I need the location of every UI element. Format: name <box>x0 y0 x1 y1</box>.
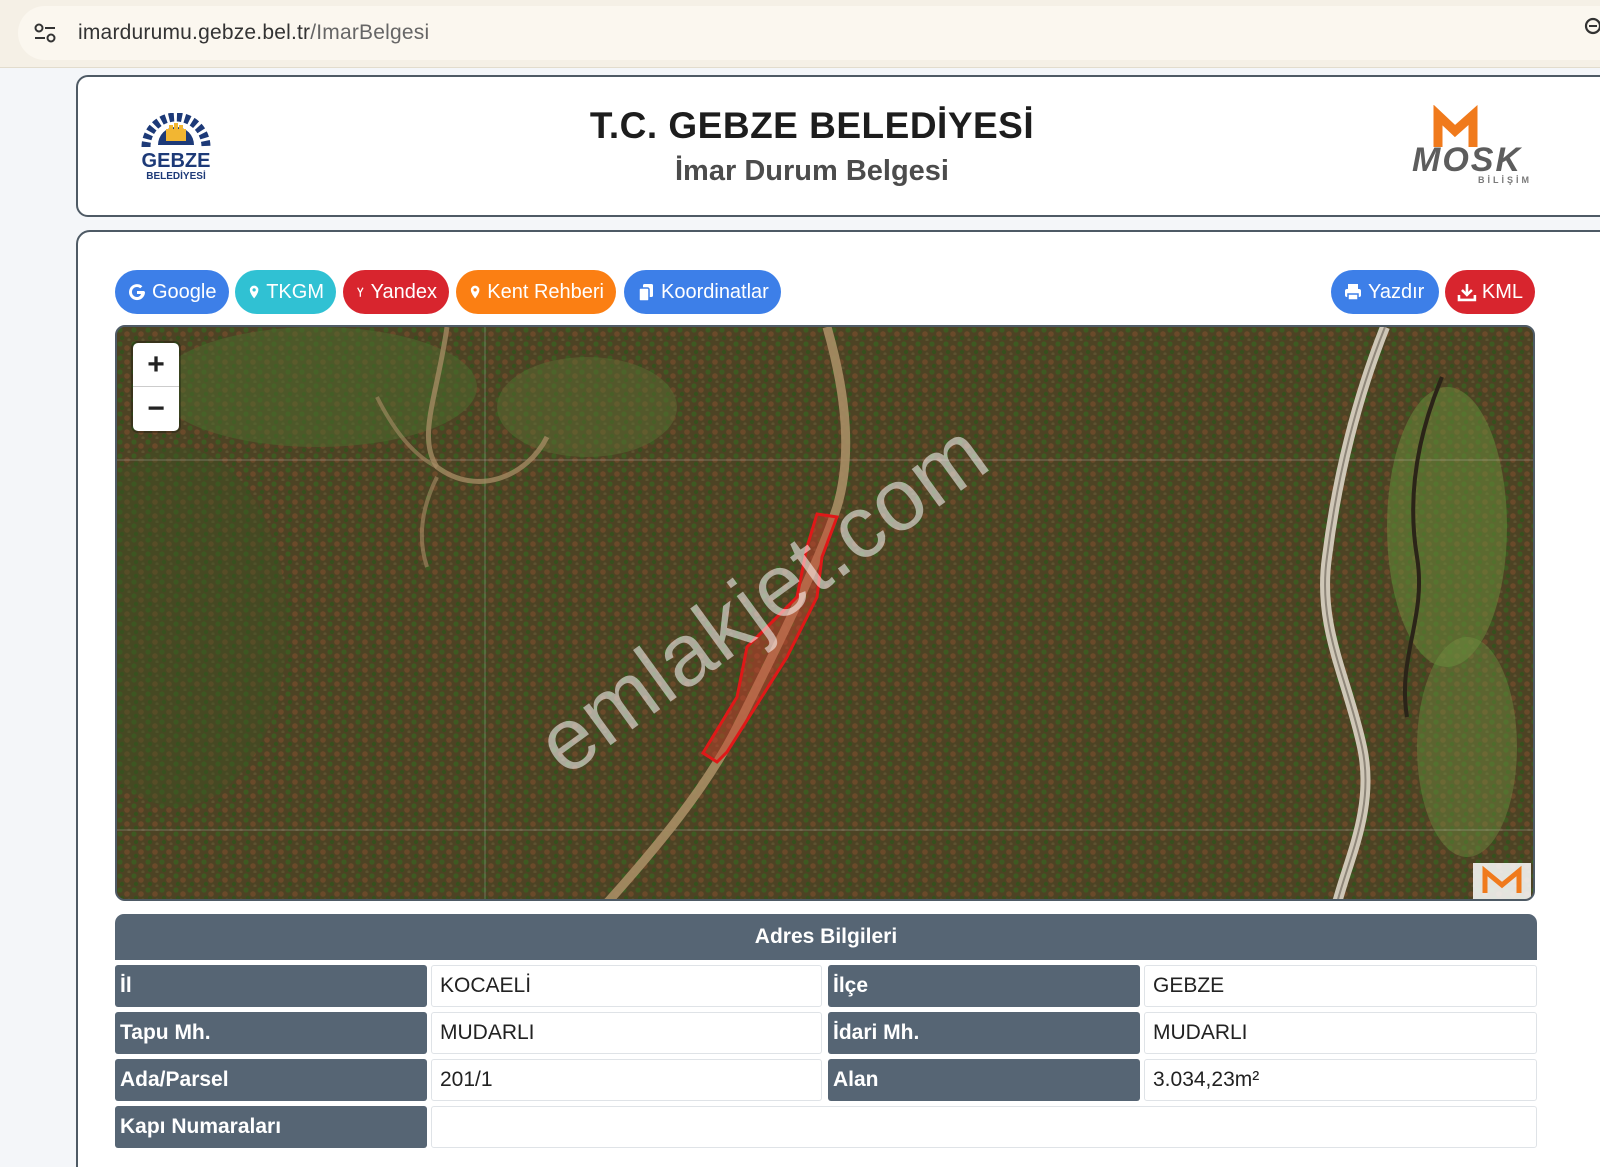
browser-address-bar: imardurumu.gebze.bel.tr/ImarBelgesi <box>0 0 1600 68</box>
parcel-map[interactable]: emlakjet.com + − <box>115 325 1535 901</box>
ilce-value: GEBZE <box>1144 965 1537 1007</box>
mosk-badge <box>1473 863 1531 899</box>
yazdir-button-label: Yazdır <box>1368 280 1425 303</box>
magnifier-icon[interactable] <box>1582 16 1600 38</box>
yazdir-button[interactable]: Yazdır <box>1331 270 1439 314</box>
url-host: imardurumu.gebze.bel.tr <box>78 21 311 44</box>
printer-icon <box>1345 284 1361 301</box>
tapu-mh-label: Tapu Mh. <box>115 1012 427 1054</box>
svg-text:MOSK: MOSK <box>1412 141 1522 179</box>
kapi-numaralari-label: Kapı Numaraları <box>115 1106 427 1148</box>
copy-icon <box>638 284 653 302</box>
kml-button-label: KML <box>1481 280 1523 303</box>
kent-rehberi-button-label: Kent Rehberi <box>487 280 604 303</box>
ilce-label: İlçe <box>828 965 1140 1007</box>
koordinatlar-button[interactable]: Koordinatlar <box>624 270 781 314</box>
tkgm-button-label: TKGM <box>266 280 324 303</box>
ada-parsel-value: 201/1 <box>431 1059 822 1101</box>
tapu-mh-value: MUDARLI <box>431 1012 822 1054</box>
google-button[interactable]: Google <box>115 270 229 314</box>
url-path: /ImarBelgesi <box>310 21 430 44</box>
url-text: imardurumu.gebze.bel.tr/ImarBelgesi <box>78 21 429 45</box>
page-title: T.C. GEBZE BELEDİYESİ <box>589 105 1035 146</box>
header-card: GEBZE BELEDİYESİ T.C. GEBZE BELEDİYESİ İ… <box>76 75 1600 217</box>
yandex-button-label: Yandex <box>370 280 437 303</box>
zoom-in-button[interactable]: + <box>133 343 179 387</box>
page-subtitle: İmar Durum Belgesi <box>675 155 949 187</box>
mosk-bilisim-logo: MOSK BİLİŞİM <box>1412 105 1532 185</box>
alan-value: 3.034,23m² <box>1144 1059 1537 1101</box>
kml-download-button[interactable]: KML <box>1445 270 1535 314</box>
google-icon <box>129 284 146 301</box>
map-pin-icon <box>470 285 480 299</box>
il-label: İl <box>115 965 427 1007</box>
zoom-out-button[interactable]: − <box>133 387 179 431</box>
download-icon <box>1457 284 1477 302</box>
mosk-badge-icon <box>1482 865 1522 893</box>
alan-label: Alan <box>828 1059 1140 1101</box>
tkgm-button[interactable]: TKGM <box>235 270 336 314</box>
idari-mh-label: İdari Mh. <box>828 1012 1140 1054</box>
address-section-title: Adres Bilgileri <box>115 914 1537 960</box>
yandex-icon <box>357 287 364 297</box>
tune-icon[interactable] <box>32 20 58 46</box>
url-field[interactable]: imardurumu.gebze.bel.tr/ImarBelgesi <box>18 6 1600 60</box>
svg-text:BİLİŞİM: BİLİŞİM <box>1478 175 1532 185</box>
koordinatlar-button-label: Koordinatlar <box>661 280 769 303</box>
ada-parsel-label: Ada/Parsel <box>115 1059 427 1101</box>
main-card: Google TKGM Yandex Kent Rehberi Koordina… <box>76 230 1600 1167</box>
idari-mh-value: MUDARLI <box>1144 1012 1537 1054</box>
yandex-button[interactable]: Yandex <box>343 270 449 314</box>
kapi-numaralari-value <box>431 1106 1537 1148</box>
kent-rehberi-button[interactable]: Kent Rehberi <box>456 270 616 314</box>
map-pin-icon <box>249 285 259 299</box>
il-value: KOCAELİ <box>431 965 822 1007</box>
google-button-label: Google <box>152 280 217 303</box>
zoom-control: + − <box>133 343 179 431</box>
